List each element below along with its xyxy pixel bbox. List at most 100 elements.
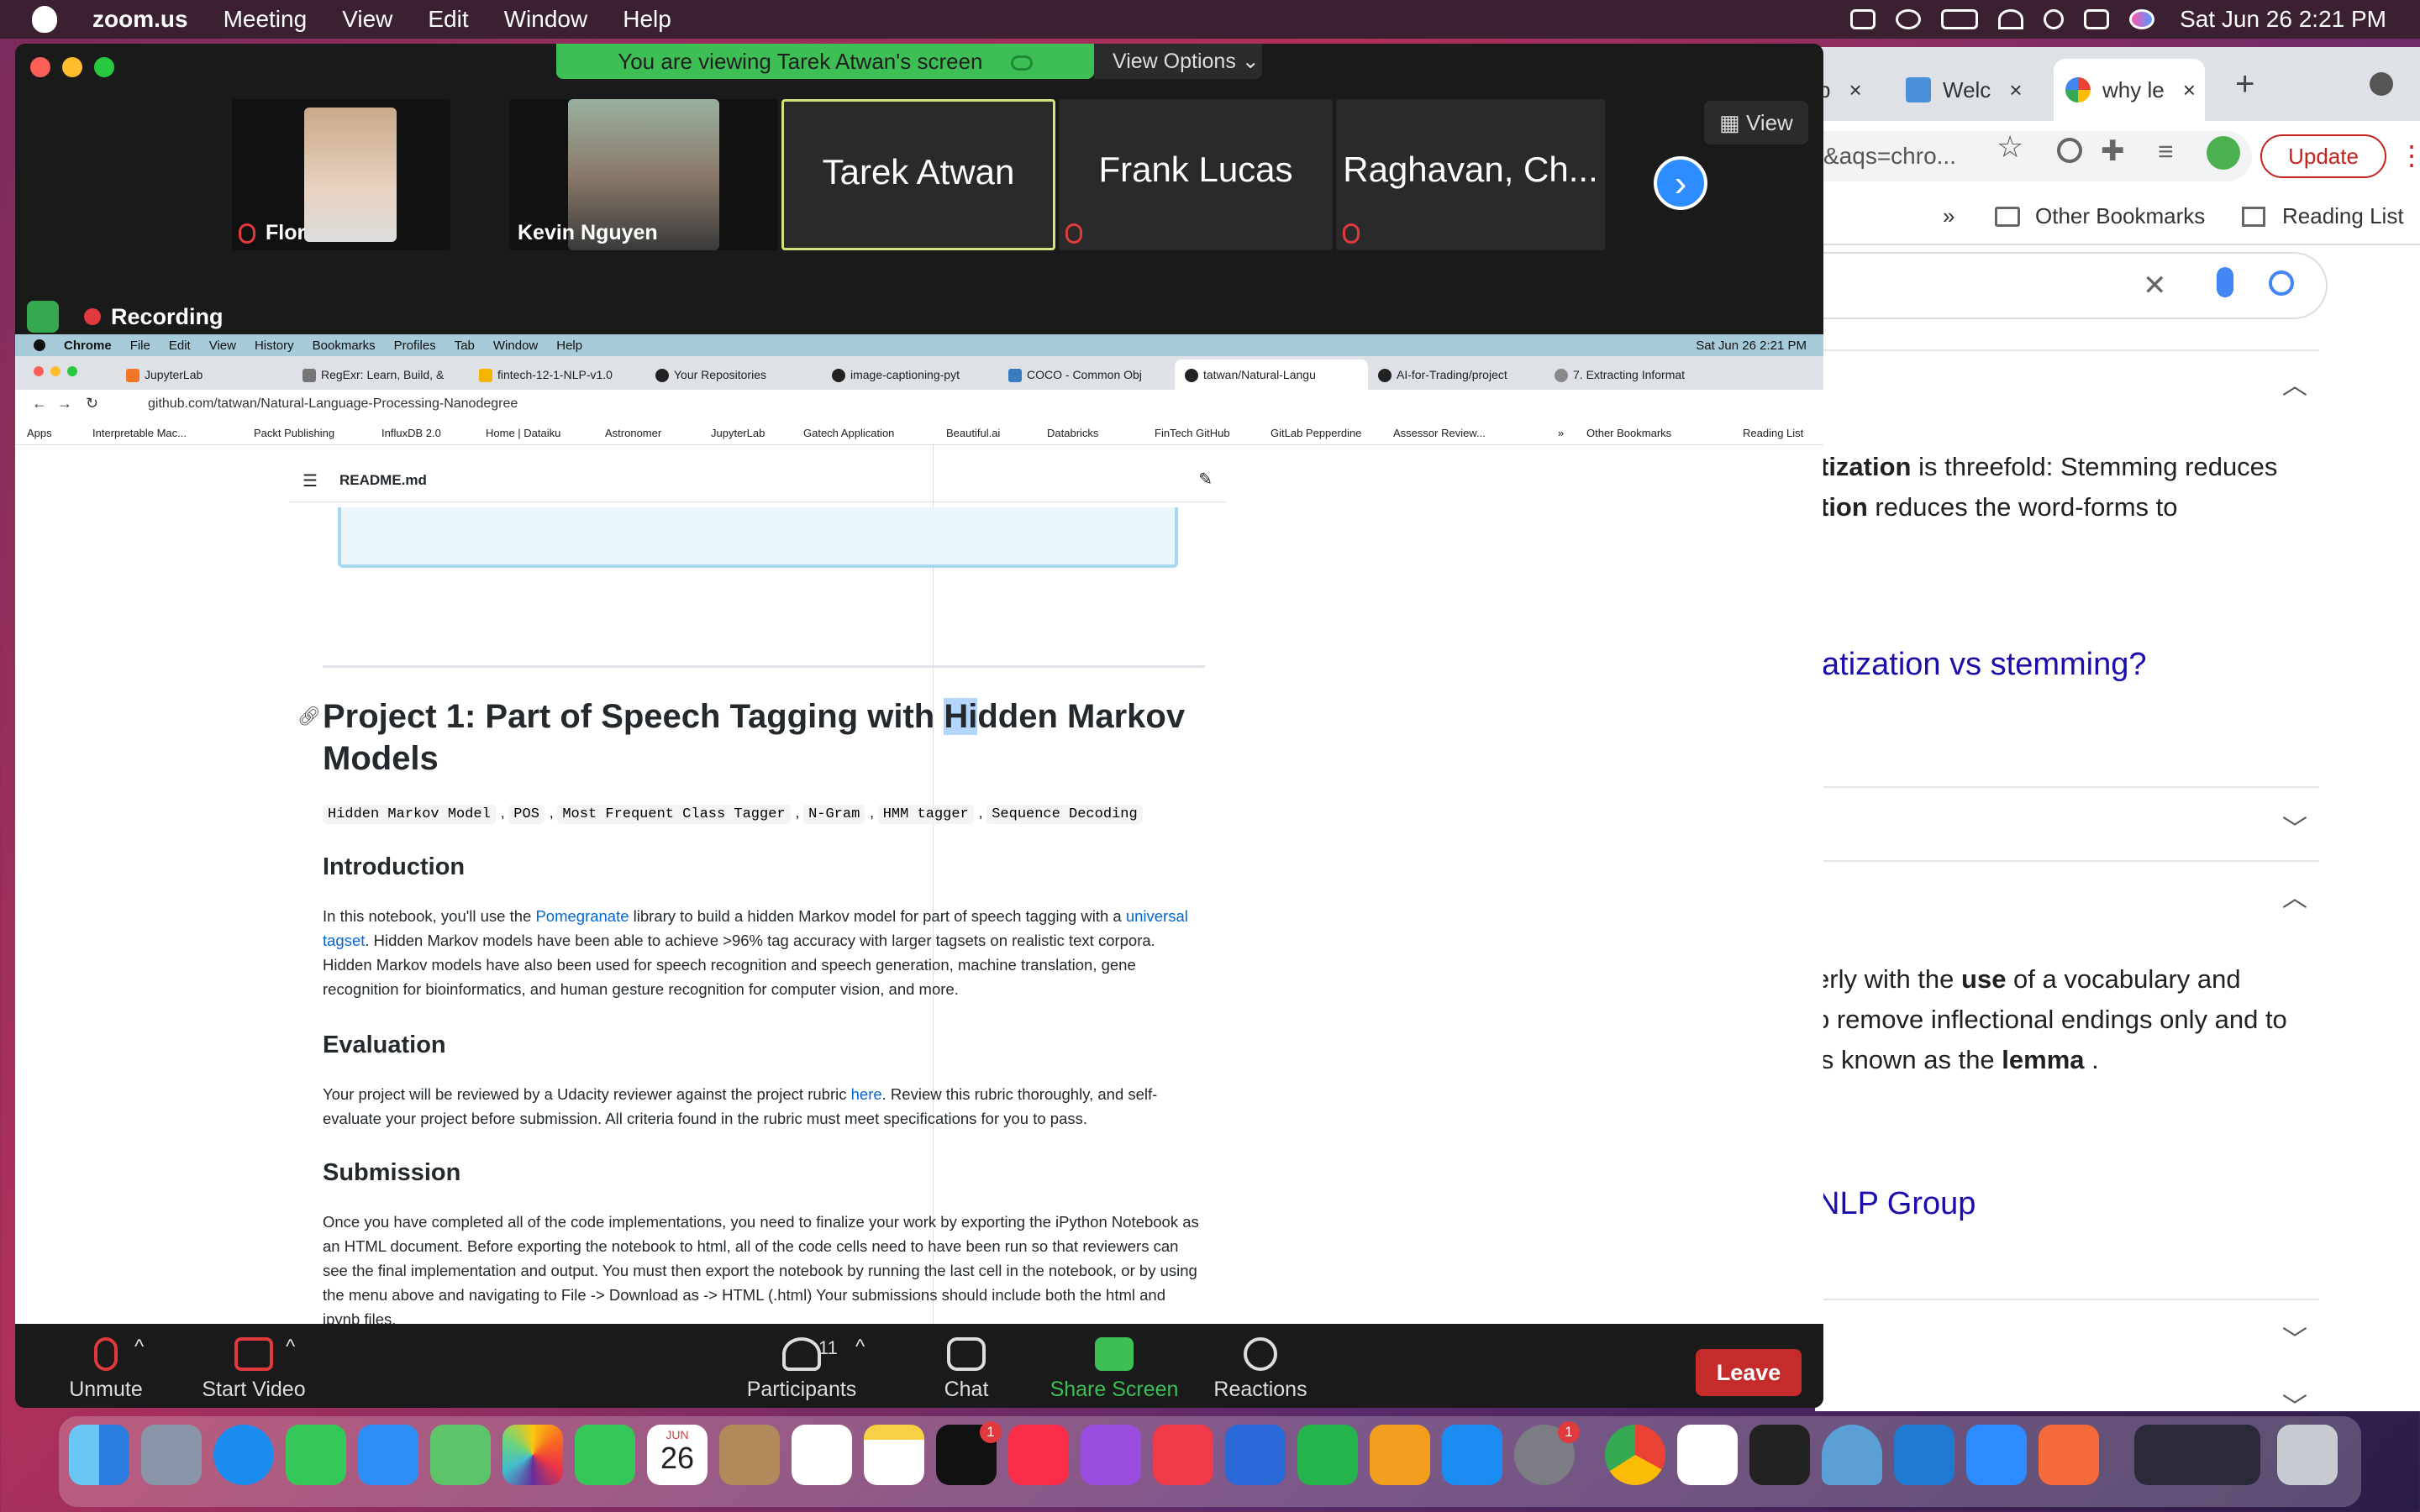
finder-icon[interactable]	[69, 1425, 129, 1485]
menu-app-name[interactable]: zoom.us	[92, 6, 188, 33]
calendar-icon[interactable]: JUN 26	[647, 1425, 708, 1485]
photos-icon[interactable]	[502, 1425, 563, 1485]
vscode-icon[interactable]	[1894, 1425, 1954, 1485]
participants-button[interactable]: Participants	[734, 1324, 869, 1408]
menu-help[interactable]: Help	[623, 6, 671, 33]
news-icon[interactable]	[1153, 1425, 1213, 1485]
view-layout-button[interactable]: ▦ View	[1704, 101, 1808, 144]
participant-tile-frank[interactable]: Frank Lucas	[1059, 99, 1333, 250]
next-page-arrow-button[interactable]: ›	[1654, 156, 1707, 210]
voice-search-icon[interactable]	[2217, 267, 2233, 297]
unmute-button[interactable]: Unmute	[39, 1324, 173, 1408]
participant-tile-flor[interactable]: Flor	[232, 99, 450, 250]
control-center-icon[interactable]	[2084, 9, 2110, 29]
participant-tile-tarek-active-speaker[interactable]: Tarek Atwan	[781, 99, 1055, 250]
close-window-button[interactable]	[30, 57, 50, 77]
keynote-icon[interactable]	[1225, 1425, 1286, 1485]
expand-chevron-icon[interactable]: ﹀	[2282, 808, 2307, 845]
chrome-icon[interactable]	[1605, 1425, 1665, 1485]
system-preferences-icon[interactable]: 1	[1514, 1421, 1580, 1485]
mail-icon[interactable]	[358, 1425, 418, 1485]
safari-icon[interactable]	[213, 1425, 274, 1485]
numbers-icon[interactable]	[1297, 1425, 1358, 1485]
collapse-chevron-icon[interactable]: ︿	[2282, 365, 2307, 402]
zoom-icon[interactable]	[1966, 1425, 2027, 1485]
spotlight-search-icon[interactable]	[2044, 9, 2065, 29]
minimize-window-button[interactable]	[62, 57, 82, 77]
participant-tile-kevin[interactable]: Kevin Nguyen	[509, 99, 778, 250]
menu-view[interactable]: View	[342, 6, 392, 33]
trash-icon[interactable]	[2277, 1425, 2338, 1485]
muted-mic-icon	[1343, 223, 1360, 244]
zoom-status-icon[interactable]	[1850, 9, 1876, 29]
result-link[interactable]: NLP Group	[1817, 1186, 1975, 1222]
music-icon[interactable]	[1008, 1425, 1069, 1485]
terminal-icon[interactable]	[1749, 1425, 1810, 1485]
clear-search-icon[interactable]: ✕	[2143, 269, 2167, 302]
close-icon[interactable]: ×	[2009, 77, 2022, 103]
apple-tv-icon[interactable]: 1	[936, 1421, 1002, 1485]
reminders-icon[interactable]	[792, 1425, 852, 1485]
pages-icon[interactable]	[1370, 1425, 1430, 1485]
reading-list[interactable]: Reading List	[2282, 203, 2404, 229]
bg-tab-3-active[interactable]: why le ×	[2054, 59, 2205, 121]
participants-options-chevron-icon[interactable]: ^	[855, 1336, 865, 1359]
chrome-update-button[interactable]: Update	[2260, 134, 2386, 178]
share-screen-button[interactable]: Share Screen	[1047, 1324, 1181, 1408]
bg-tab-2[interactable]: Welc ×	[1906, 59, 2040, 121]
close-icon[interactable]: ×	[1849, 77, 1861, 103]
pencil-app-icon[interactable]	[1822, 1425, 1882, 1485]
maximize-window-button[interactable]	[94, 57, 114, 77]
other-bookmarks[interactable]: Other Bookmarks	[2035, 203, 2205, 229]
audio-options-chevron-icon[interactable]: ^	[134, 1336, 144, 1359]
tab-search-icon[interactable]	[2370, 72, 2393, 96]
bg-address-bar[interactable]: &aqs=chro...	[1815, 131, 2252, 181]
notes-icon[interactable]	[864, 1425, 924, 1485]
video-options-chevron-icon[interactable]: ^	[286, 1336, 295, 1359]
app-store-icon[interactable]	[1442, 1425, 1502, 1485]
wifi-icon[interactable]	[1998, 9, 2024, 29]
extension-icon[interactable]	[2057, 138, 2082, 163]
menu-window[interactable]: Window	[504, 6, 588, 33]
expand-chevron-icon[interactable]: ﹀	[2282, 1319, 2307, 1356]
rubric-link: here	[850, 1085, 882, 1103]
result-link[interactable]: atization vs stemming?	[1822, 647, 2147, 683]
security-shield-icon[interactable]	[27, 301, 59, 333]
extensions-puzzle-icon[interactable]: ✚	[2101, 134, 2125, 168]
close-icon[interactable]: ×	[2183, 77, 2196, 103]
slack-icon[interactable]	[1677, 1425, 1738, 1485]
participant-tile-raghavan[interactable]: Raghavan, Ch...	[1336, 99, 1605, 250]
bookmark-star-icon[interactable]: ☆	[1996, 129, 2023, 165]
menu-edit[interactable]: Edit	[428, 6, 468, 33]
apple-icon[interactable]	[32, 6, 57, 33]
siri-icon[interactable]	[2129, 9, 2155, 29]
vectornator-icon[interactable]	[2039, 1425, 2099, 1485]
downloads-stack-icon[interactable]	[2134, 1425, 2260, 1485]
menu-meeting[interactable]: Meeting	[224, 6, 308, 33]
start-video-button[interactable]: Start Video	[187, 1324, 321, 1408]
collapse-chevron-icon[interactable]: ︿	[2282, 877, 2307, 914]
recording-indicator[interactable]: Recording	[27, 296, 224, 338]
google-search-box[interactable]: ✕	[1815, 252, 2328, 319]
bookmarks-overflow-icon[interactable]: »	[1943, 203, 1954, 229]
messages-icon[interactable]	[286, 1425, 346, 1485]
view-options-dropdown[interactable]: View Options ⌄	[1094, 44, 1262, 79]
maps-icon[interactable]	[430, 1425, 491, 1485]
facetime-icon[interactable]	[575, 1425, 635, 1485]
reactions-button[interactable]: Reactions	[1193, 1324, 1328, 1408]
podcasts-icon[interactable]	[1081, 1425, 1141, 1485]
answer-line: tization is threefold: Stemming reduces	[1820, 452, 2277, 482]
media-control-icon[interactable]: ≡	[2158, 136, 2174, 167]
leave-meeting-button[interactable]: Leave	[1696, 1349, 1802, 1396]
chat-button[interactable]: Chat	[899, 1324, 1034, 1408]
new-tab-button[interactable]: +	[2235, 66, 2254, 103]
profile-avatar[interactable]	[2207, 136, 2240, 170]
battery-icon[interactable]	[1941, 9, 1979, 29]
chrome-menu-icon[interactable]: ⋮	[2398, 139, 2420, 171]
contacts-icon[interactable]	[719, 1425, 780, 1485]
recording-dot-icon	[84, 308, 101, 325]
menubar-clock[interactable]: Sat Jun 26 2:21 PM	[2180, 6, 2386, 33]
play-icon[interactable]	[1896, 9, 1922, 29]
search-icon[interactable]	[2269, 270, 2294, 296]
launchpad-icon[interactable]	[141, 1425, 202, 1485]
